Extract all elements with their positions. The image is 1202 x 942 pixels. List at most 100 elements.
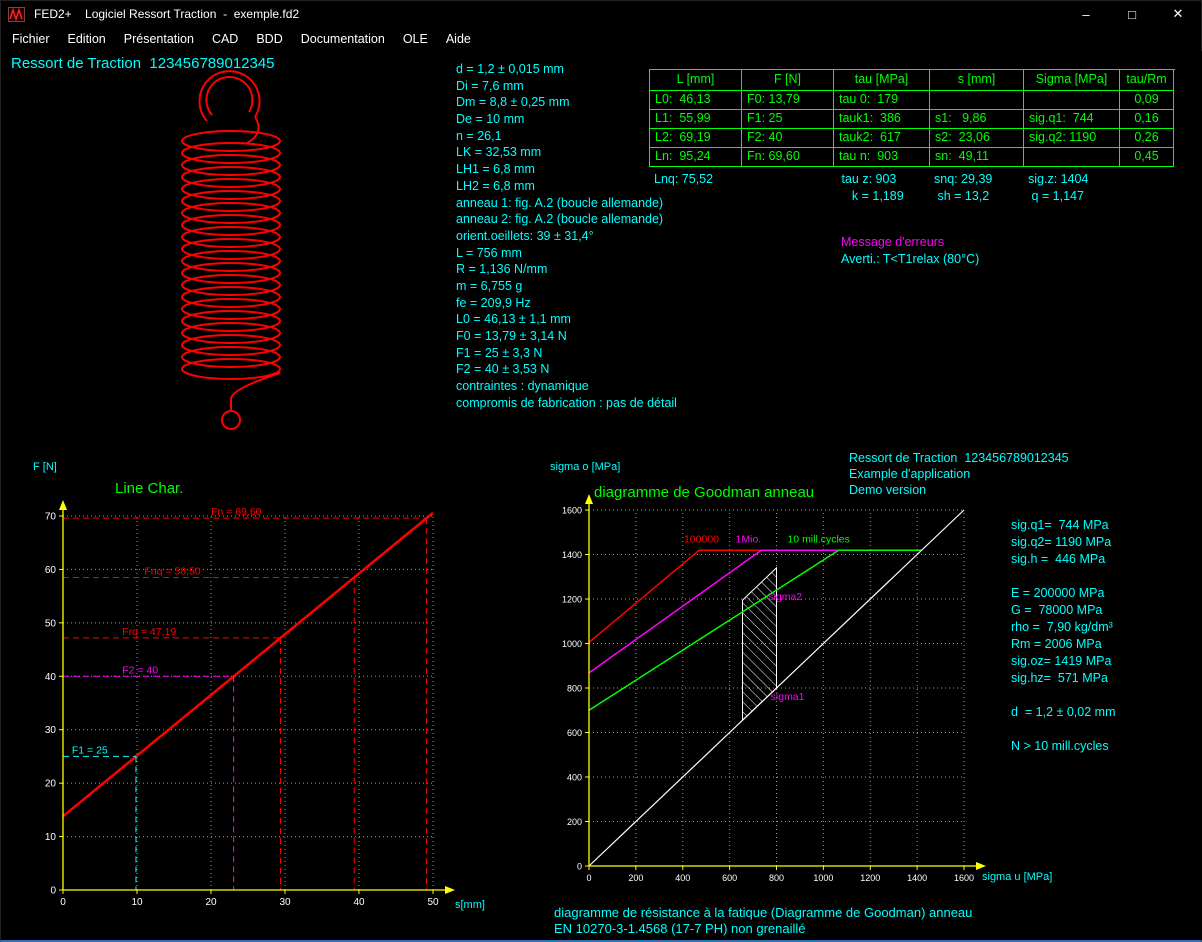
goodman-value-line [1011,568,1115,585]
goodman-chart: 0200400600800100012001400160002004006008… [546,456,1066,898]
svg-text:70: 70 [45,512,57,523]
goodman-header-panel: Ressort de Traction 123456789012345Examp… [849,450,1069,498]
table-row: L1: 55,99F1: 25tauk1: 386s1: 9,86sig.q1:… [650,110,1175,129]
table-cell: 0,16 [1120,110,1174,129]
table-cell: 0,45 [1120,148,1174,167]
footer-cell: q = 1,147 [1023,188,1119,204]
svg-text:Fn = 69,60: Fn = 69,60 [211,506,262,518]
goodman-value-line: sig.hz= 571 MPa [1011,670,1115,687]
svg-text:20: 20 [45,779,57,790]
spring-parameter: LK = 32,53 mm [456,144,677,161]
spring-parameter: F0 = 13,79 ± 3,14 N [456,328,677,345]
table-cell: Ln: 95,24 [650,148,742,167]
footer-cell: k = 1,189 [833,188,929,204]
table-cell: sig.q1: 744 [1024,110,1120,129]
results-table: L [mm]F [N]tau [MPa]s [mm]Sigma [MPa]tau… [649,69,1175,167]
main-canvas: Ressort de Traction 123456789012345 [1,51,1202,940]
table-cell [1024,91,1120,110]
spring-drawing [159,59,309,444]
spring-parameter: compromis de fabrication : pas de détail [456,395,677,412]
svg-text:1200: 1200 [562,595,582,605]
results-footer-row-2: k = 1,189 sh = 13,2 q = 1,147 [649,188,1174,204]
svg-text:sigma u [MPa]: sigma u [MPa] [982,871,1052,883]
table-cell: sig.q2: 1190 [1024,129,1120,148]
svg-text:1400: 1400 [907,873,927,883]
footer-cell [741,188,833,204]
table-cell: Fn: 69,60 [742,148,834,167]
svg-text:0: 0 [577,862,582,872]
table-cell: L0: 46,13 [650,91,742,110]
svg-text:F1 = 25: F1 = 25 [72,744,108,756]
table-cell: tau/Rm [1120,70,1174,91]
svg-text:Line Char.: Line Char. [115,480,183,497]
table-cell: L2: 69,19 [650,129,742,148]
table-cell: s [mm] [930,70,1024,91]
svg-text:0: 0 [60,897,66,908]
spring-parameter: L = 756 mm [456,245,677,262]
table-row: L2: 69,19F2: 40tauk2: 617s2: 23,06sig.q2… [650,129,1175,148]
spring-parameter: LH1 = 6,8 mm [456,161,677,178]
svg-text:1Mio.: 1Mio. [736,533,762,545]
app-icon [8,7,25,22]
menu-item[interactable]: Documentation [292,29,394,49]
menu-item[interactable]: BDD [247,29,291,49]
svg-text:sigma o [MPa]: sigma o [MPa] [550,461,620,473]
table-cell: tauk1: 386 [834,110,930,129]
goodman-value-line: sig.h = 446 MPa [1011,551,1115,568]
spring-parameter: contraintes : dynamique [456,378,677,395]
table-row: Ln: 95,24Fn: 69,60tau n: 903sn: 49,11 0,… [650,148,1175,167]
menu-item[interactable]: Présentation [115,29,203,49]
minimize-button[interactable]: – [1063,1,1109,27]
goodman-value-line: N > 10 mill.cycles [1011,738,1115,755]
table-cell: sn: 49,11 [930,148,1024,167]
svg-text:10: 10 [131,897,143,908]
error-messages-title: Message d'erreurs [841,235,944,249]
window-controls: – □ ✕ [1063,1,1201,27]
spring-parameter: Di = 7,6 mm [456,78,677,95]
table-cell: F0: 13,79 [742,91,834,110]
spring-parameters-panel: d = 1,2 ± 0,015 mmDi = 7,6 mmDm = 8,8 ± … [456,61,677,411]
table-cell: tau n: 903 [834,148,930,167]
table-cell: L [mm] [650,70,742,91]
svg-text:sigma2: sigma2 [768,591,802,603]
footer-cell: sig.z: 1404 [1023,171,1119,187]
footer-cell: Lnq: 75,52 [649,171,741,187]
svg-text:diagramme de Goodman anneau: diagramme de Goodman anneau [594,484,814,501]
svg-text:F [N]: F [N] [33,461,57,473]
spring-parameter: fe = 209,9 Hz [456,295,677,312]
footer-cell: sh = 13,2 [929,188,1023,204]
svg-text:0: 0 [50,886,56,897]
goodman-value-line: sig.oz= 1419 MPa [1011,653,1115,670]
spring-parameter: R = 1,136 N/mm [456,261,677,278]
app-window: FED2+ Logiciel Ressort Traction - exempl… [0,0,1202,942]
maximize-button[interactable]: □ [1109,1,1155,27]
menu-item[interactable]: CAD [203,29,247,49]
goodman-value-line [1011,721,1115,738]
goodman-value-line [1011,687,1115,704]
svg-text:50: 50 [427,897,439,908]
svg-text:1000: 1000 [562,639,582,649]
warning-message: Averti.: T<T1relax (80°C) [841,252,979,266]
goodman-values-panel: sig.q1= 744 MPasig.q2= 1190 MPasig.h = 4… [1011,517,1115,755]
svg-text:sigma1: sigma1 [771,691,805,703]
titlebar: FED2+ Logiciel Ressort Traction - exempl… [1,1,1201,27]
window-title: FED2+ Logiciel Ressort Traction - exempl… [34,7,299,21]
table-cell: L1: 55,99 [650,110,742,129]
goodman-value-line: E = 200000 MPa [1011,585,1115,602]
svg-text:10 mill.cycles: 10 mill.cycles [787,533,849,545]
menu-item[interactable]: Edition [59,29,115,49]
menu-item[interactable]: Aide [437,29,480,49]
spring-parameter: Dm = 8,8 ± 0,25 mm [456,94,677,111]
goodman-header-line: Demo version [849,482,1069,498]
svg-text:1600: 1600 [562,506,582,516]
svg-text:10: 10 [45,832,57,843]
svg-text:400: 400 [567,773,582,783]
table-cell: 0,09 [1120,91,1174,110]
spring-parameter: n = 26,1 [456,128,677,145]
goodman-footer-line-2: EN 10270-3-1.4568 (17-7 PH) non grenaill… [554,921,806,936]
svg-text:600: 600 [567,728,582,738]
close-button[interactable]: ✕ [1155,1,1201,27]
menu-item[interactable]: Fichier [3,29,59,49]
menu-item[interactable]: OLE [394,29,437,49]
svg-text:s[mm]: s[mm] [455,899,485,911]
